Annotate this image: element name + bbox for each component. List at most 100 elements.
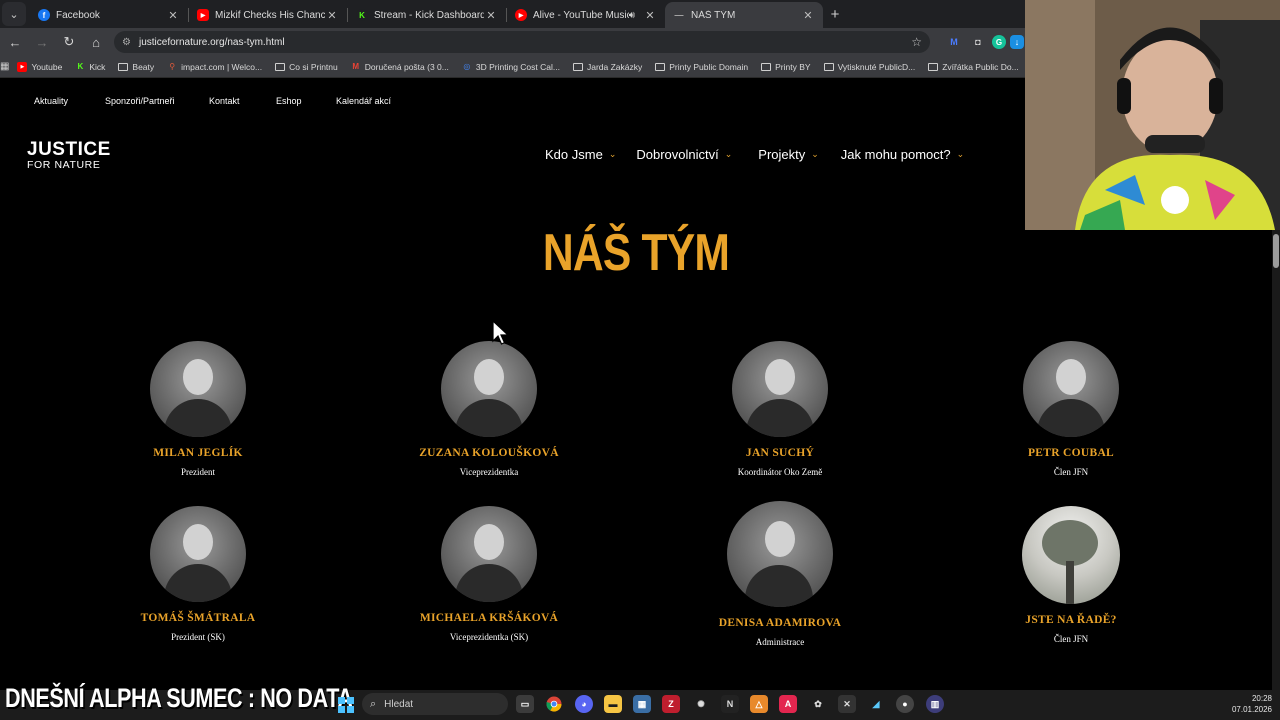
folder-icon <box>275 62 286 71</box>
bookmark-co-si-printnu[interactable]: Co si Printnu <box>275 62 338 72</box>
team-member-card[interactable]: JSTE NA ŘADĚ? Člen JFN <box>961 506 1181 644</box>
close-icon[interactable]: ✕ <box>643 9 657 22</box>
site-logo[interactable]: JUSTICE FOR NATURE <box>27 140 111 171</box>
top-link-sponzori[interactable]: Sponzoři/Partneři <box>105 96 175 106</box>
member-name: MICHAELA KRŠÁKOVÁ <box>419 612 559 624</box>
youtube-icon: ▶ <box>197 9 209 21</box>
youtube-icon: ▶ <box>17 61 28 72</box>
bookmarks-bar: ▦ ▶ Youtube K Kick Beaty ⚲ impact.com | Wel… <box>0 56 1025 78</box>
member-role: Člen JFN <box>1053 634 1089 644</box>
url-text[interactable]: justicefornature.org/nas-tym.html <box>139 37 911 48</box>
team-member-card[interactable]: MICHAELA KRŠÁKOVÁ Viceprezidentka (SK) <box>379 506 599 642</box>
bookmark-gmail[interactable]: M Doručená pošta (3 0... <box>351 62 448 72</box>
close-icon[interactable]: ✕ <box>166 9 180 22</box>
facebook-icon: f <box>38 9 50 21</box>
system-clock[interactable]: 20:28 07.01.2026 <box>1222 693 1272 715</box>
site-info-icon[interactable]: ⚙ <box>122 37 131 48</box>
team-member-card[interactable]: DENISA ADAMIROVA Administrace <box>670 501 890 647</box>
team-member-card[interactable]: TOMÁŠ ŠMÁTRALA Prezident (SK) <box>88 506 308 642</box>
apps-grid-icon[interactable]: ▦ <box>0 61 9 72</box>
app-icon-round[interactable]: ▥ <box>926 695 944 713</box>
tab-youtube[interactable]: ▶ Mizkif Checks His Chances of D ✕ <box>189 2 347 28</box>
nav-jak-mohu-pomoct[interactable]: Jak mohu pomoct? ⌄ <box>841 147 964 162</box>
bookmark-youtube[interactable]: ▶ Youtube <box>17 61 63 72</box>
folder-icon <box>572 62 583 71</box>
app-icon-flower[interactable]: ✿ <box>809 695 827 713</box>
page-title: NÁŠ TÝM <box>542 224 730 282</box>
bookmark-star-icon[interactable]: ☆ <box>911 35 922 49</box>
download-icon[interactable]: ↓ <box>1010 35 1024 49</box>
bookmark-vytisknute[interactable]: Vytisknuté PublicD... <box>823 62 915 72</box>
tab-title: Stream - Kick Dashboard <box>374 9 484 21</box>
bookmark-kick[interactable]: K Kick <box>75 62 105 72</box>
windows-start-icon[interactable] <box>338 697 354 713</box>
close-icon[interactable]: ✕ <box>484 9 498 22</box>
tab-title: Facebook <box>56 9 100 21</box>
member-photo <box>1023 341 1119 437</box>
chevron-down-icon: ⌄ <box>811 149 819 159</box>
bookmark-jarda[interactable]: Jarda Zakázky <box>572 62 642 72</box>
grammarly-icon[interactable]: G <box>992 35 1006 49</box>
top-link-eshop[interactable]: Eshop <box>276 96 302 106</box>
reload-icon[interactable]: ↻ <box>57 30 81 54</box>
member-name: TOMÁŠ ŠMÁTRALA <box>140 612 256 624</box>
app-icon-gear[interactable]: ✺ <box>692 695 710 713</box>
bookmark-label: Youtube <box>31 61 63 72</box>
taskbar-search[interactable]: ⌕ Hledat <box>362 693 508 715</box>
address-bar[interactable]: ⚙ justicefornature.org/nas-tym.html ☆ <box>114 31 930 53</box>
nav-projekty[interactable]: Projekty ⌄ <box>758 147 819 162</box>
file-explorer-icon[interactable]: ▬ <box>604 695 622 713</box>
folder-icon <box>823 62 834 71</box>
bookmark-impact[interactable]: ⚲ impact.com | Welco... <box>167 62 262 72</box>
tab-facebook[interactable]: f Facebook ✕ <box>30 2 188 28</box>
speaker-icon[interactable]: 🔊︎ <box>629 10 635 21</box>
screenshot-extension-icon[interactable]: ◘ <box>968 32 988 52</box>
top-link-kontakt[interactable]: Kontakt <box>209 96 240 106</box>
back-icon[interactable]: ← <box>3 30 27 54</box>
tab-active[interactable]: — NÁŠ TÝM ✕ <box>665 2 823 28</box>
team-member-card[interactable]: MILAN JEGLÍK Prezident <box>88 341 308 477</box>
forward-icon[interactable]: → <box>30 30 54 54</box>
app-icon-arrow[interactable]: ◢ <box>867 695 885 713</box>
team-member-card[interactable]: ZUZANA KOLOUŠKOVÁ Viceprezidentka <box>379 341 599 477</box>
page-icon: — <box>674 10 684 20</box>
calculator-icon[interactable]: ▦ <box>633 695 651 713</box>
nav-dobrovolnictvi[interactable]: Dobrovolnictví ⌄ <box>636 147 732 162</box>
tree-photo <box>1022 506 1120 604</box>
bookmark-zviratka[interactable]: Zvířátka Public Do... <box>928 62 1019 72</box>
top-link-aktuality[interactable]: Aktuality <box>34 96 68 106</box>
task-view-icon[interactable]: ▭ <box>516 695 534 713</box>
browser-toolbar: ← → ↻ ⌂ ⚙ justicefornature.org/nas-tym.h… <box>0 28 1025 56</box>
scrollbar-thumb[interactable] <box>1273 234 1279 268</box>
affinity-icon[interactable]: A <box>779 695 797 713</box>
team-member-card[interactable]: PETR COUBAL Člen JFN <box>961 341 1181 477</box>
filezilla-icon[interactable]: Z <box>662 695 680 713</box>
top-link-kalendar[interactable]: Kalendář akcí <box>336 96 391 106</box>
member-name: ZUZANA KOLOUŠKOVÁ <box>419 447 559 459</box>
bookmark-printy-by[interactable]: Printy BY <box>761 62 811 72</box>
app-icon-n[interactable]: N <box>721 695 739 713</box>
tab-youtube-music[interactable]: ▶ Alive - YouTube Music 🔊︎ ✕ <box>507 2 665 28</box>
obs-icon[interactable]: ● <box>896 695 914 713</box>
app-icon-triangle[interactable]: △ <box>750 695 768 713</box>
new-tab-button[interactable]: + <box>823 2 847 26</box>
close-icon[interactable]: ✕ <box>325 9 339 22</box>
tab-kick[interactable]: K Stream - Kick Dashboard ✕ <box>348 2 506 28</box>
chrome-icon[interactable] <box>545 695 563 713</box>
bookmark-beaty[interactable]: Beaty <box>118 62 154 72</box>
member-photo <box>150 506 246 602</box>
chevron-down-icon: ⌄ <box>608 149 617 159</box>
discord-icon[interactable]: ◕ <box>575 695 593 713</box>
bookmark-printy-public[interactable]: Printy Public Domain <box>655 62 748 72</box>
folder-icon <box>928 62 939 71</box>
tab-search-button[interactable]: ⌄ <box>2 2 26 26</box>
close-icon[interactable]: ✕ <box>801 9 815 22</box>
bookmark-3d-printing[interactable]: ◎ 3D Printing Cost Cal... <box>462 62 560 72</box>
capcut-icon[interactable]: ✕ <box>838 695 856 713</box>
home-icon[interactable]: ⌂ <box>84 30 108 54</box>
team-member-card[interactable]: JAN SUCHÝ Koordinátor Oko Země <box>670 341 890 477</box>
member-photo <box>732 341 828 437</box>
kick-icon: K <box>77 62 84 71</box>
nav-kdo-jsme[interactable]: Kdo Jsme ⌄ <box>545 147 616 162</box>
extension-m-icon[interactable]: M <box>944 32 964 52</box>
